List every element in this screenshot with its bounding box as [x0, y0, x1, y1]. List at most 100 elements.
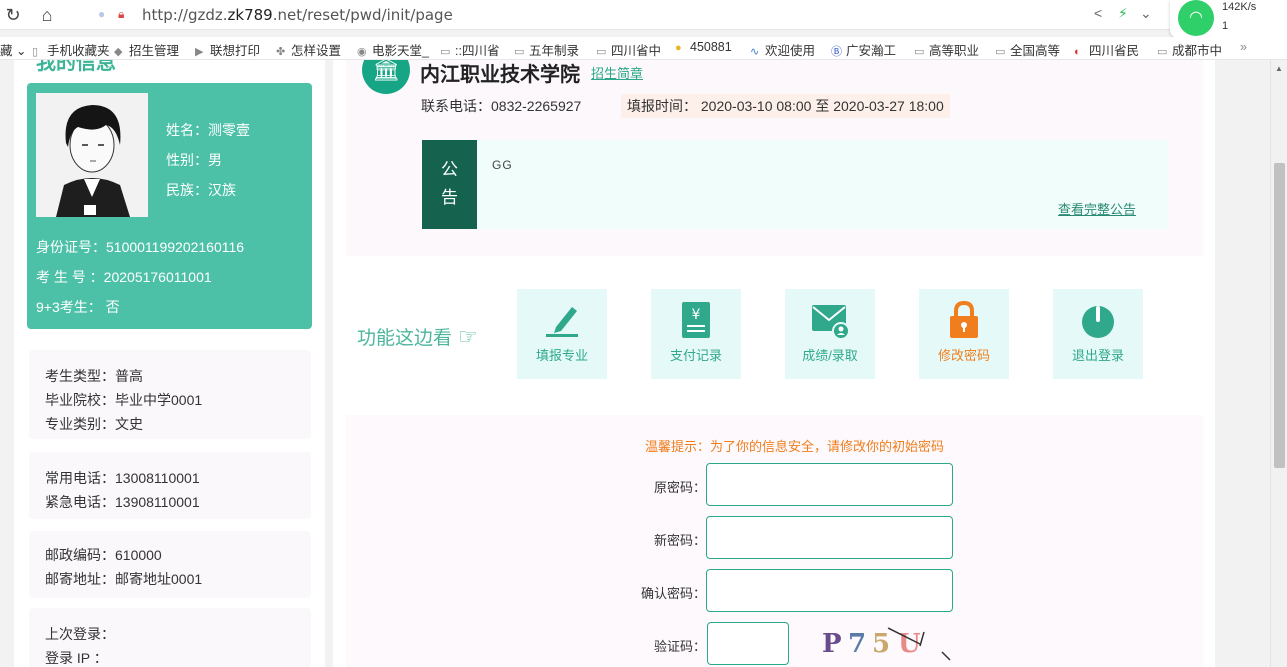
pointing-hand-icon: ☞ — [458, 324, 478, 349]
login-ip: 登录 IP ： — [45, 650, 108, 666]
student-name: 姓名：测零壹 — [166, 122, 250, 138]
score-admission-label: 成绩/录取 — [802, 348, 858, 363]
home-icon[interactable]: ⌂ — [36, 4, 58, 26]
receipt-icon: ¥ — [682, 302, 710, 338]
bookmark-item[interactable]: ▭ 成都市中 — [1157, 40, 1222, 59]
power-icon — [1082, 306, 1114, 338]
bookmark-item[interactable]: Ⓑ 广安瀚工 — [831, 40, 896, 59]
captcha-input[interactable] — [707, 622, 789, 665]
bookmark-item[interactable]: ◆ 招生管理 — [114, 40, 179, 59]
bookmark-item[interactable]: ▶ 联想打印 — [195, 40, 260, 59]
new-password-input[interactable] — [706, 516, 953, 559]
bookmark-item[interactable]: ● 450881 — [675, 40, 732, 54]
share-icon[interactable]: < — [1094, 5, 1102, 21]
graduate-school: 毕业院校：毕业中学0001 — [45, 392, 203, 408]
b-icon: Ⓑ — [831, 46, 842, 58]
major-category: 专业类别：文史 — [45, 416, 143, 432]
old-password-input[interactable] — [706, 463, 953, 506]
play-icon: ▶ — [195, 46, 204, 58]
logout-button[interactable]: 退出登录 — [1053, 289, 1143, 379]
fill-major-button[interactable]: 填报专业 — [517, 289, 607, 379]
page-icon: ▭ — [914, 46, 925, 58]
phone-icon: ▯ — [32, 46, 39, 58]
brochure-link[interactable]: 招生简章 — [591, 63, 643, 82]
login-info-box: 上次登录： 登录 IP ： — [29, 608, 311, 667]
mail-user-icon — [812, 305, 850, 339]
view-full-notice-link[interactable]: 查看完整公告 — [1058, 199, 1136, 218]
student-gender: 性别：男 — [166, 152, 222, 168]
profile-card: 姓名：测零壹 性别：男 民族：汉族 身份证号：51000119920216011… — [27, 83, 312, 329]
network-widget[interactable]: ◠ 142K/s 1 — [1170, 0, 1287, 38]
last-login: 上次登录： — [45, 626, 115, 642]
school-name: 内江职业技术学院 — [420, 64, 580, 86]
postcode: 邮政编码：610000 — [45, 547, 162, 563]
page-icon: ▭ — [514, 46, 525, 58]
paw-icon: ✤ — [276, 46, 286, 58]
more-bookmarks-icon[interactable]: » — [1240, 40, 1247, 54]
fill-major-label: 填报专业 — [535, 348, 588, 363]
lock-icon — [950, 301, 978, 338]
scroll-up-icon[interactable]: ▲ — [1275, 64, 1283, 73]
svg-text:7: 7 — [848, 629, 872, 659]
mail-address: 邮寄地址：邮寄地址0001 — [45, 571, 203, 587]
confirm-password-label: 确认密码： — [640, 586, 706, 601]
svg-text:P: P — [822, 629, 848, 659]
student-id-card: 身份证号：510001199202160116 — [36, 239, 245, 255]
svg-text:5: 5 — [872, 629, 896, 659]
lightning-icon[interactable]: ⚡︎ — [1118, 5, 1128, 22]
page-icon: ▭ — [440, 46, 451, 58]
emergency-phone: 紧急电话：13908110001 — [45, 494, 200, 510]
profile-heading: 我的信息 — [36, 60, 116, 74]
scroll-thumb[interactable] — [1274, 163, 1285, 468]
network-count: 1 — [1222, 20, 1229, 32]
exam-type: 考生类型：普高 — [45, 368, 143, 384]
captcha-label: 验证码： — [653, 639, 706, 654]
student-exam-number: 考 生 号 ：20205176011001 — [36, 269, 212, 285]
page-icon: ▭ — [1157, 46, 1168, 58]
common-phone: 常用电话：13008110001 — [45, 470, 200, 486]
browser-address-bar: ↻ ⌂ ● 🔒︎ http://gzdz.zk789.net/reset/pwd… — [0, 0, 1287, 30]
school-phone: 联系电话：0832-2265927 — [421, 98, 582, 114]
left-column: 我的信息 姓名：测零壹 性别：男 民族：汉族 身份证号：510001199202… — [14, 60, 325, 667]
circle-icon: ◐ — [1074, 46, 1081, 58]
security-tip: 温馨提示：为了你的信息安全，请修改你的初始密码 — [644, 439, 944, 454]
insecure-lock-icon: 🔒︎ — [118, 7, 125, 21]
bookmark-item[interactable]: ▭ 全国高等 — [995, 40, 1060, 59]
url-field[interactable]: http://gzdz.zk789.net/reset/pwd/init/pag… — [142, 6, 453, 24]
contact-info-box: 常用电话：13008110001 紧急电话：13908110001 — [29, 452, 311, 519]
bookmark-folder[interactable]: 藏 ⌄ — [0, 40, 26, 59]
change-password-label: 修改密码 — [937, 348, 990, 363]
fill-time: 填报时间： 2020-03-10 08:00 至 2020-03-27 18:0… — [621, 94, 950, 118]
mail-info-box: 邮政编码：610000 邮寄地址：邮寄地址0001 — [29, 531, 311, 598]
school-card: 🏛︎ 内江职业技术学院 招生简章 联系电话：0832-2265927 填报时间：… — [346, 60, 1203, 256]
score-admission-button[interactable]: 成绩/录取 — [785, 289, 875, 379]
coin-icon: ● — [675, 42, 682, 54]
bookmarks-bar: 藏 ⌄ ▯ 手机收藏夹 ◆ 招生管理 ▶ 联想打印 ✤ 怎样设置 ◉ 电影天堂_ ▭::四… — [0, 37, 1287, 60]
bookmark-item[interactable]: ✤ 怎样设置 — [276, 40, 341, 59]
logout-label: 退出登录 — [1071, 348, 1124, 363]
change-password-button[interactable]: 修改密码 — [919, 289, 1009, 379]
cube-icon: ◆ — [114, 46, 123, 58]
bookmark-item[interactable]: ▭ 高等职业 — [914, 40, 979, 59]
bookmark-item[interactable]: ◉ 电影天堂_ — [357, 40, 429, 59]
chevron-down-icon[interactable]: ⌄ — [1140, 5, 1152, 22]
bookmark-item[interactable]: ▭::四川省 — [440, 40, 499, 59]
new-password-label: 新密码： — [653, 533, 706, 548]
exam-info-box: 考生类型：普高 毕业院校：毕业中学0001 专业类别：文史 — [29, 350, 311, 439]
captcha-image[interactable]: P 7 5 U — [816, 622, 951, 661]
bookmark-item[interactable]: ∿ 欢迎使用 — [750, 40, 815, 59]
change-password-form: 温馨提示：为了你的信息安全，请修改你的初始密码 原密码： 新密码： 确认密码： … — [346, 415, 1203, 667]
payment-record-button[interactable]: ¥ 支付记录 — [651, 289, 741, 379]
reload-icon[interactable]: ↻ — [2, 4, 24, 26]
function-title: 功能这边看 ☞ — [357, 324, 478, 349]
bookmark-item[interactable]: ◐ 四川省民 — [1074, 40, 1139, 59]
old-password-label: 原密码： — [653, 480, 706, 495]
confirm-password-input[interactable] — [706, 569, 953, 612]
bookmark-item[interactable]: ▯ 手机收藏夹 — [32, 40, 110, 59]
bookmark-item[interactable]: ▭ 四川省中 — [596, 40, 661, 59]
network-speed: 142K/s — [1222, 1, 1257, 13]
bookmark-item[interactable]: ▭ 五年制录 — [514, 40, 579, 59]
page-scrollbar[interactable]: ▲ — [1270, 60, 1287, 667]
page-icon: ▭ — [995, 46, 1006, 58]
globe-icon: ● — [98, 7, 106, 21]
